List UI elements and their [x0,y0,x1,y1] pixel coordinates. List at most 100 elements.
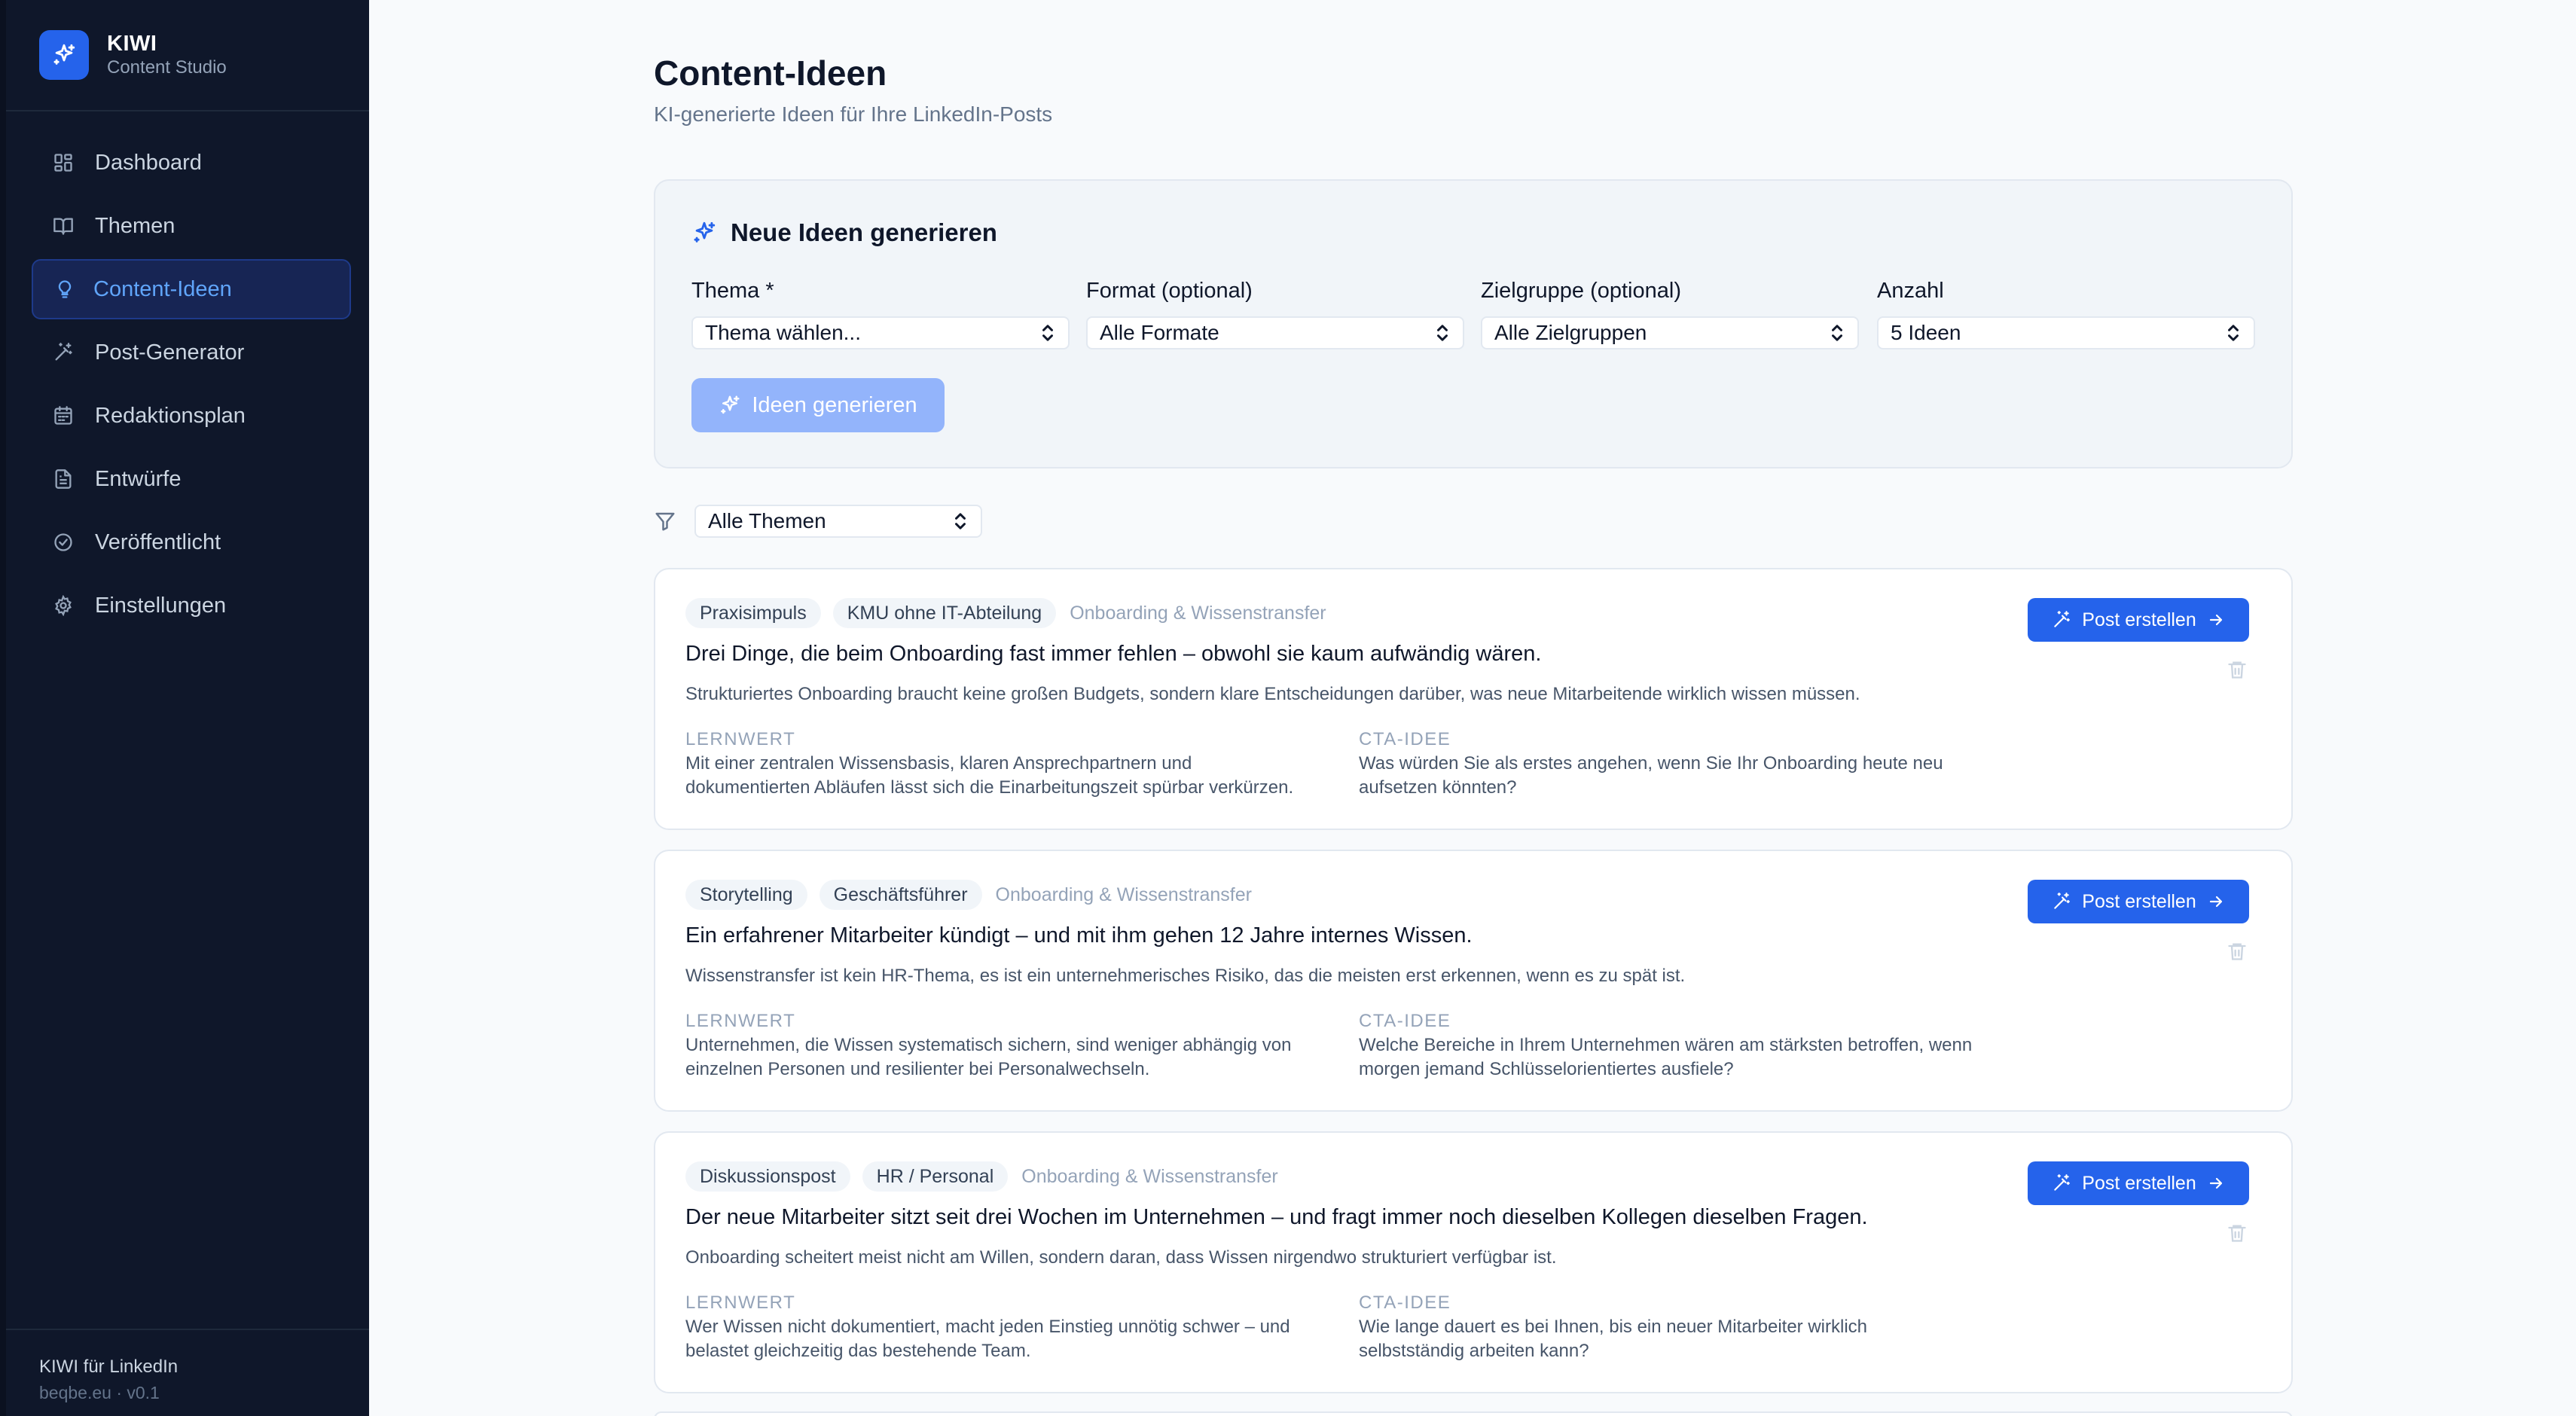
chevron-up-down-icon [2225,323,2242,343]
cta-text-line: Wie lange dauert es bei Ihnen, bis ein n… [1359,1317,1868,1337]
lernwert-text-line: Mit einer zentralen Wissensbasis, klaren… [685,753,1192,774]
select-value: Alle Themen [708,509,826,533]
count-field: Anzahl 5 Ideen [1877,279,2255,349]
field-label: Zielgruppe (optional) [1481,279,1681,303]
cta-text-line: Welche Bereiche in Ihrem Unternehmen wär… [1359,1035,1973,1055]
sidebar-footer: KIWI für LinkedIn beqbe.eu · v0.1 [6,1329,369,1416]
sidebar-item-label: Entwürfe [95,466,182,491]
cta-section: CTA-IDEE Wie lange dauert es bei Ihnen, … [1359,1291,2014,1363]
sidebar-item-label: Post-Generator [95,340,245,365]
brand-subtitle: Content Studio [107,57,227,78]
select-value: Thema wählen... [705,321,861,344]
sidebar: KIWI Content Studio Dashboard Themen Con… [0,0,369,1416]
magic-wand-icon [2052,1173,2071,1193]
cta-section: CTA-IDEE Was würden Sie als erstes angeh… [1359,728,2014,800]
theme-filter-select[interactable]: Alle Themen [694,505,982,538]
button-label: Post erstellen [2082,890,2196,912]
lernwert-label: LERNWERT [685,1292,796,1313]
sidebar-item-label: Content-Ideen [93,276,232,301]
sidebar-item-redaktionsplan[interactable]: Redaktionsplan [27,386,351,446]
lernwert-text-line: einzelnen Personen und resilienter bei P… [685,1059,1150,1079]
sidebar-item-veroeffentlicht[interactable]: Veröffentlicht [27,512,351,572]
chevron-up-down-icon [1829,323,1845,343]
idea-description: Wissenstransfer ist kein HR-Thema, es is… [685,966,1686,986]
brand-name: KIWI [107,32,157,56]
create-post-button[interactable]: Post erstellen [2028,1161,2249,1205]
format-field: Format (optional) Alle Formate [1086,279,1464,349]
check-circle-icon [51,530,75,554]
generator-title: Neue Ideen generieren [731,218,997,246]
topic-label: Onboarding & Wissenstransfer [995,883,1252,905]
audience-badge: Geschäftsführer [819,880,982,910]
sidebar-item-label: Redaktionsplan [95,403,246,428]
idea-card-partial [654,1411,2293,1416]
brand-header: KIWI Content Studio [6,0,369,111]
cta-text-line: aufsetzen könnten? [1359,777,1517,798]
idea-card: Diskussionspost HR / Personal Onboarding… [654,1131,2293,1393]
chevron-up-down-icon [1039,323,1056,343]
idea-title: Der neue Mitarbeiter sitzt seit drei Woc… [685,1205,1868,1229]
select-value: Alle Formate [1100,321,1219,344]
sidebar-item-label: Dashboard [95,150,202,175]
sidebar-item-post-generator[interactable]: Post-Generator [27,322,351,383]
sparkles-icon [691,220,717,246]
sidebar-item-label: Einstellungen [95,593,227,618]
button-label: Post erstellen [2082,609,2196,630]
field-label: Thema * [691,279,774,303]
filter-icon [654,510,679,533]
arrow-right-icon [2207,611,2225,629]
document-icon [51,467,75,491]
sidebar-item-dashboard[interactable]: Dashboard [27,133,351,193]
create-post-button[interactable]: Post erstellen [2028,880,2249,923]
lernwert-text-line: Unternehmen, die Wissen systematisch sic… [685,1035,1292,1055]
format-badge: Storytelling [685,880,807,910]
topic-label: Onboarding & Wissenstransfer [1021,1165,1278,1187]
cta-label: CTA-IDEE [1359,1292,1451,1313]
lernwert-section: LERNWERT Mit einer zentralen Wissensbasi… [685,728,1341,800]
theme-field: Thema * Thema wählen... [691,279,1070,349]
trash-icon[interactable] [2227,940,2249,964]
sidebar-item-entwuerfe[interactable]: Entwürfe [27,449,351,509]
footer-meta: beqbe.eu · v0.1 [39,1383,160,1402]
magic-wand-icon [2052,892,2071,911]
format-select[interactable]: Alle Formate [1086,316,1464,349]
footer-title: KIWI für LinkedIn [39,1356,179,1377]
chevron-up-down-icon [1434,323,1451,343]
format-badge: Diskussionspost [685,1161,850,1192]
create-post-button[interactable]: Post erstellen [2028,598,2249,642]
lernwert-text-line: dokumentierten Abläufen lässt sich die E… [685,777,1294,798]
lernwert-section: LERNWERT Wer Wissen nicht dokumentiert, … [685,1291,1341,1363]
calendar-icon [51,404,75,428]
dashboard-grid-icon [51,151,75,175]
trash-icon[interactable] [2227,658,2249,682]
cta-text-line: selbstständig arbeiten kann? [1359,1341,1589,1361]
sidebar-item-einstellungen[interactable]: Einstellungen [27,575,351,636]
page-title: Content-Ideen [654,53,887,93]
arrow-right-icon [2207,893,2225,911]
topic-label: Onboarding & Wissenstransfer [1070,602,1326,624]
idea-card: Storytelling Geschäftsführer Onboarding … [654,850,2293,1112]
cta-label: CTA-IDEE [1359,1011,1451,1031]
button-label: Post erstellen [2082,1172,2196,1194]
audience-select[interactable]: Alle Zielgruppen [1481,316,1859,349]
cta-text-line: morgen jemand Schlüsselorientiertes ausf… [1359,1059,1734,1079]
cta-section: CTA-IDEE Welche Bereiche in Ihrem Untern… [1359,1009,2014,1082]
trash-icon[interactable] [2227,1222,2249,1246]
sidebar-item-themen[interactable]: Themen [27,196,351,256]
sidebar-item-label: Themen [95,213,175,238]
select-value: Alle Zielgruppen [1494,321,1647,344]
format-badge: Praxisimpuls [685,598,821,628]
lernwert-label: LERNWERT [685,1011,796,1031]
generator-heading: Neue Ideen generieren [691,218,997,247]
generate-ideas-button[interactable]: Ideen generieren [691,378,945,432]
audience-field: Zielgruppe (optional) Alle Zielgruppen [1481,279,1859,349]
magic-wand-icon [2052,610,2071,630]
count-select[interactable]: 5 Ideen [1877,316,2255,349]
theme-select[interactable]: Thema wählen... [691,316,1070,349]
lernwert-text-line: belastet gleichzeitig das bestehende Tea… [685,1341,1031,1361]
book-open-icon [51,214,75,238]
sidebar-nav: Dashboard Themen Content-Ideen Post-Gene… [6,111,369,639]
sidebar-item-content-ideen[interactable]: Content-Ideen [32,259,351,319]
arrow-right-icon [2207,1174,2225,1192]
lernwert-section: LERNWERT Unternehmen, die Wissen systema… [685,1009,1341,1082]
